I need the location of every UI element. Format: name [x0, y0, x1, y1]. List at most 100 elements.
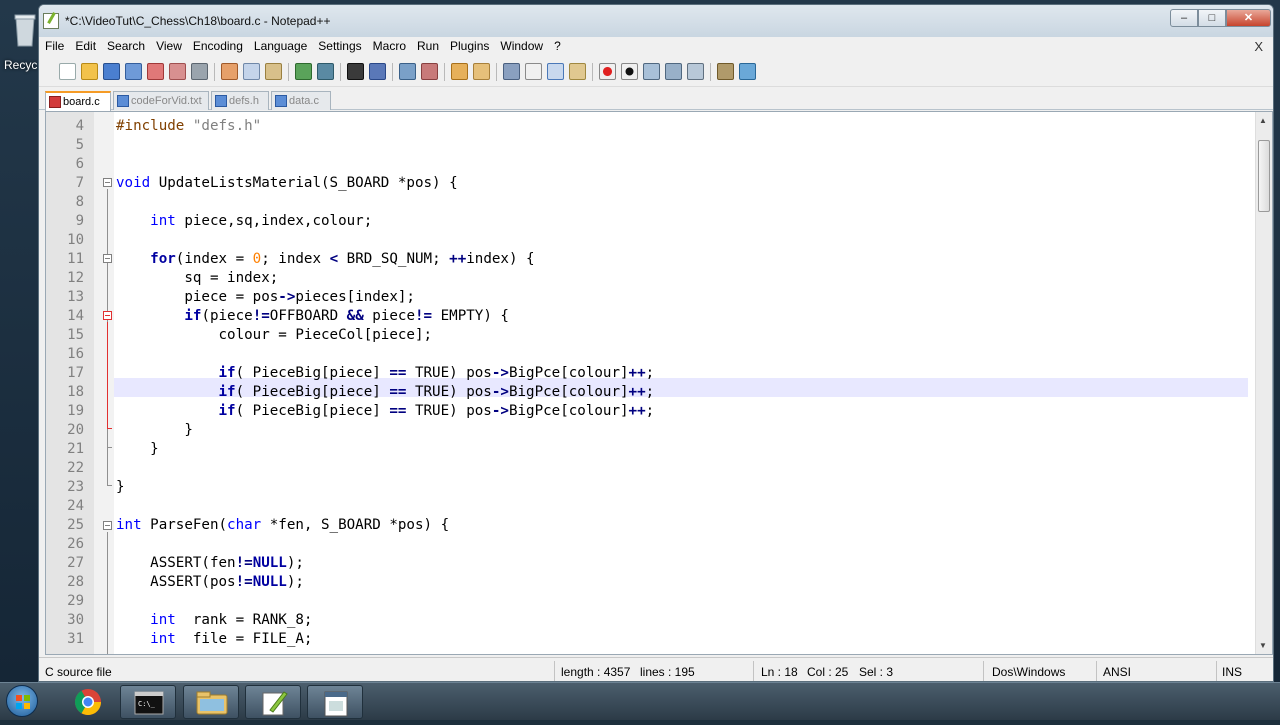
code-line[interactable]: ASSERT(fen!=NULL); [116, 555, 304, 571]
tab-codeforvid-txt[interactable]: codeForVid.txt [113, 91, 209, 110]
zoom-in-icon[interactable] [399, 63, 416, 80]
recycle-bin-icon[interactable] [14, 12, 36, 48]
code-line[interactable]: if( PieceBig[piece] == TRUE) pos->BigPce… [116, 403, 655, 419]
save-icon[interactable] [103, 63, 120, 80]
open-file-icon[interactable] [81, 63, 98, 80]
code-line[interactable]: int ParseFen(char *fen, S_BOARD *pos) { [116, 517, 449, 533]
menu-plugins[interactable]: Plugins [444, 37, 494, 53]
line-number: 31 [67, 631, 84, 647]
code-line[interactable]: } [116, 479, 125, 495]
close-all-icon[interactable] [169, 63, 186, 80]
code-line[interactable]: int rank = RANK_8; [116, 612, 312, 628]
tab-data-c[interactable]: data.c [271, 91, 331, 110]
menu-help[interactable]: ? [548, 37, 566, 53]
document-map-icon[interactable] [569, 63, 586, 80]
status-filetype: C source file [45, 665, 112, 679]
menu-language[interactable]: Language [248, 37, 312, 53]
plugin-icon[interactable] [717, 63, 734, 80]
code-line[interactable]: if(piece!=OFFBOARD && piece!= EMPTY) { [116, 308, 509, 324]
code-line[interactable]: piece = pos->pieces[index]; [116, 289, 415, 305]
tab-label: board.c [63, 96, 100, 108]
indent-guide-icon[interactable] [547, 63, 564, 80]
cmd-icon[interactable]: C:\_ [120, 685, 176, 719]
close-icon[interactable] [147, 63, 164, 80]
fold-toggle-icon[interactable] [103, 521, 112, 530]
menu-window[interactable]: Window [494, 37, 548, 53]
zoom-out-icon[interactable] [421, 63, 438, 80]
menu-run[interactable]: Run [411, 37, 444, 53]
line-number: 24 [67, 498, 84, 514]
menu-encoding[interactable]: Encoding [187, 37, 248, 53]
minimize-button[interactable]: – [1170, 9, 1198, 27]
print-icon[interactable] [191, 63, 208, 80]
maximize-button[interactable]: □ [1198, 9, 1226, 27]
fold-toggle-icon[interactable] [103, 311, 112, 320]
save-all-icon[interactable] [125, 63, 142, 80]
tab-board-c[interactable]: board.c [45, 91, 111, 111]
code-line[interactable]: } [116, 441, 159, 457]
run-macro-multiple-icon[interactable] [665, 63, 682, 80]
taskbar: C:\_ [0, 682, 1280, 720]
line-number: 19 [67, 403, 84, 419]
notepadpp-window: *C:\VideoTut\C_Chess\Ch18\board.c - Note… [38, 4, 1274, 682]
code-line[interactable]: int piece,sq,index,colour; [116, 213, 372, 229]
new-file-icon[interactable] [59, 63, 76, 80]
undo-icon[interactable] [295, 63, 312, 80]
status-bar: C source file length : 4357 lines : 195 … [39, 657, 1273, 681]
show-all-characters-icon[interactable] [525, 63, 542, 80]
fold-margin[interactable] [94, 112, 114, 654]
sync-horizontal-icon[interactable] [473, 63, 490, 80]
stop-macro-icon[interactable] [621, 63, 638, 80]
explorer-icon[interactable] [183, 685, 239, 719]
notepadpp-icon[interactable] [245, 685, 301, 719]
line-number: 9 [75, 213, 84, 229]
code-line[interactable]: if( PieceBig[piece] == TRUE) pos->BigPce… [116, 365, 655, 381]
start-button[interactable] [6, 685, 38, 717]
code-line[interactable]: void UpdateListsMaterial(S_BOARD *pos) { [116, 175, 458, 191]
title-bar[interactable]: *C:\VideoTut\C_Chess\Ch18\board.c - Note… [39, 5, 1273, 37]
replace-icon[interactable] [369, 63, 386, 80]
record-macro-icon[interactable] [599, 63, 616, 80]
code-line[interactable]: ASSERT(pos!=NULL); [116, 574, 304, 590]
vertical-scrollbar[interactable]: ▲ ▼ [1255, 112, 1272, 654]
menu-macro[interactable]: Macro [367, 37, 411, 53]
find-icon[interactable] [347, 63, 364, 80]
fold-toggle-icon[interactable] [103, 254, 112, 263]
scroll-down-arrow-icon[interactable]: ▼ [1259, 641, 1267, 650]
code-line[interactable]: int file = FILE_A; [116, 631, 312, 647]
code-line[interactable]: #include "defs.h" [116, 118, 261, 134]
menu-view[interactable]: View [150, 37, 187, 53]
word-wrap-icon[interactable] [503, 63, 520, 80]
fold-toggle-icon[interactable] [103, 178, 112, 187]
cut-icon[interactable] [221, 63, 238, 80]
status-column: Col : 25 [807, 665, 849, 679]
tab-defs-h[interactable]: defs.h [211, 91, 269, 110]
menu-file[interactable]: File [39, 37, 69, 53]
code-line[interactable]: colour = PieceCol[piece]; [116, 327, 432, 343]
sync-vertical-icon[interactable] [451, 63, 468, 80]
code-line[interactable]: if( PieceBig[piece] == TRUE) pos->BigPce… [116, 384, 655, 400]
code-line[interactable]: } [116, 422, 193, 438]
line-number: 16 [67, 346, 84, 362]
menu-edit[interactable]: Edit [69, 37, 101, 53]
spell-check-icon[interactable] [739, 63, 756, 80]
close-button[interactable]: ✕ [1226, 9, 1271, 27]
code-line[interactable]: sq = index; [116, 270, 278, 286]
close-document-button[interactable]: X [1254, 39, 1263, 54]
toolbar [39, 57, 1273, 87]
menu-search[interactable]: Search [101, 37, 150, 53]
redo-icon[interactable] [317, 63, 334, 80]
line-number: 23 [67, 479, 84, 495]
chrome-icon[interactable] [60, 685, 116, 719]
scroll-up-arrow-icon[interactable]: ▲ [1259, 116, 1267, 125]
paste-icon[interactable] [265, 63, 282, 80]
code-line[interactable]: for(index = 0; index < BRD_SQ_NUM; ++ind… [116, 251, 534, 267]
code-editor[interactable]: 4 5 6 7 8 9 10 11 12 13 14 15 16 17 18 1… [45, 111, 1273, 655]
app-window-icon[interactable] [307, 685, 363, 719]
menu-settings[interactable]: Settings [312, 37, 366, 53]
play-macro-icon[interactable] [643, 63, 660, 80]
save-macro-icon[interactable] [687, 63, 704, 80]
tab-label: data.c [289, 95, 319, 107]
scrollbar-thumb[interactable] [1258, 140, 1270, 212]
copy-icon[interactable] [243, 63, 260, 80]
